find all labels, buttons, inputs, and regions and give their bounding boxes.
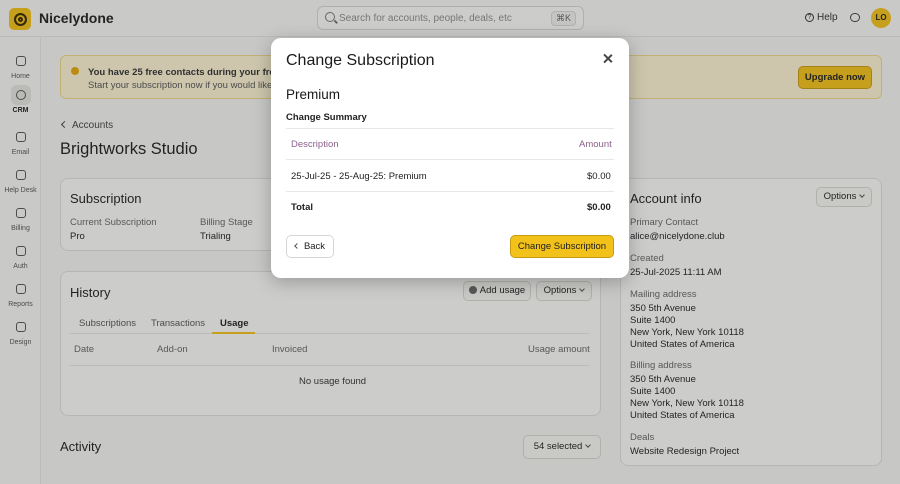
modal-title: Change Subscription xyxy=(286,52,435,69)
column-header-amount: Amount xyxy=(579,139,612,150)
change-subscription-modal: Change Subscription Premium Change Summa… xyxy=(271,38,629,278)
table-divider xyxy=(286,191,614,192)
column-header-description: Description xyxy=(291,139,339,150)
plan-name: Premium xyxy=(286,87,341,102)
line-item-description: 25-Jul-25 - 25-Aug-25: Premium xyxy=(291,171,427,182)
change-subscription-button[interactable]: Change Subscription xyxy=(510,235,614,258)
change-summary-label: Change Summary xyxy=(286,112,367,123)
table-divider xyxy=(286,128,614,129)
total-amount: $0.00 xyxy=(587,202,611,213)
close-icon[interactable] xyxy=(602,53,614,65)
back-label: Back xyxy=(303,241,326,252)
total-label: Total xyxy=(291,202,313,213)
chevron-left-icon xyxy=(294,243,300,249)
back-button[interactable]: Back xyxy=(286,235,334,258)
line-item-amount: $0.00 xyxy=(587,171,611,182)
table-divider xyxy=(286,159,614,160)
